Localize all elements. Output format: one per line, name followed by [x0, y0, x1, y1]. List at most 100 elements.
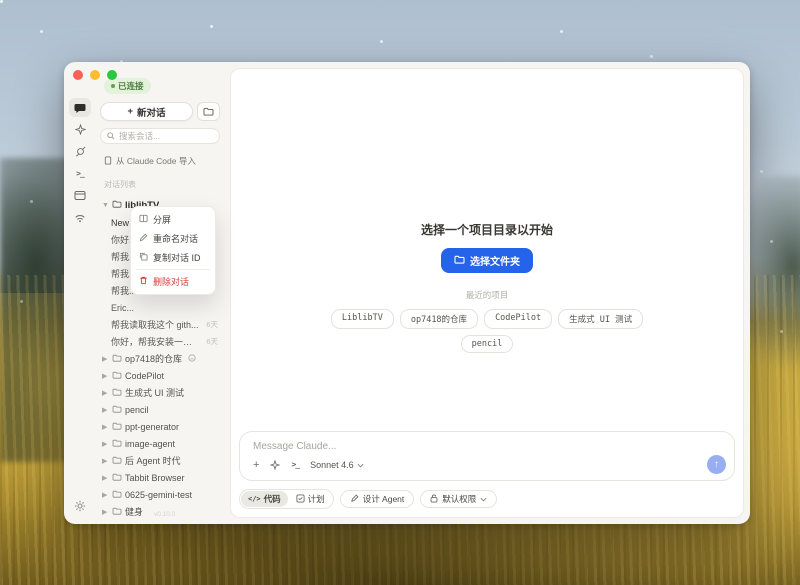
menu-item-delete-chat[interactable]: 删除对话: [134, 272, 212, 291]
chat-bubble-icon: [74, 102, 86, 114]
tree-folder[interactable]: ▶ 生成式 UI 测试: [98, 384, 222, 401]
menu-item-label: 复制对话 ID: [153, 251, 201, 264]
composer-toolbar: + >_ Sonnet 4.6 ↑: [253, 455, 726, 474]
folder-icon: [112, 422, 122, 432]
code-icon: </>: [248, 495, 261, 503]
settings-button[interactable]: [69, 496, 91, 515]
mcp-nav-button[interactable]: [69, 142, 91, 161]
tree-folder[interactable]: ▶ CodePilot: [98, 367, 222, 384]
tree-folder[interactable]: ▶ 0625-gemini-test: [98, 486, 222, 503]
connection-nav-button[interactable]: [69, 208, 91, 227]
folder-name: ppt-generator: [125, 422, 179, 432]
app-window: >_ 已连接: [64, 62, 750, 524]
mode-toolbar: </> 代码 计划 设计 Agent 默认权限: [239, 489, 735, 509]
chat-item[interactable]: 你好，帮我安装一下... 6天: [98, 333, 222, 350]
attach-button[interactable]: +: [253, 459, 259, 471]
plus-icon: +: [127, 106, 133, 117]
chevron-down-icon: [480, 494, 487, 504]
app-version: v0.10.0: [154, 511, 175, 518]
search-box[interactable]: [100, 128, 220, 144]
plug-icon: [75, 146, 86, 157]
message-composer[interactable]: + >_ Sonnet 4.6 ↑: [239, 431, 735, 481]
recent-project-chip[interactable]: CodePilot: [484, 309, 552, 329]
close-button[interactable]: [73, 70, 83, 80]
search-icon: [107, 127, 115, 145]
chats-nav-button[interactable]: [69, 98, 91, 117]
send-button[interactable]: ↑: [707, 455, 726, 474]
pencil-icon: [139, 233, 148, 244]
mode-segmented-control: </> 代码 计划: [239, 489, 334, 509]
model-label: Sonnet 4.6: [310, 460, 354, 470]
tree-folder[interactable]: ▶ image-agent: [98, 435, 222, 452]
menu-item-rename-chat[interactable]: 重命名对话: [134, 229, 212, 248]
menu-item-copy-chat-id[interactable]: 复制对话 ID: [134, 248, 212, 267]
recent-projects-label: 最近的项目: [231, 289, 743, 301]
menu-item-split-view[interactable]: 分屏: [134, 210, 212, 229]
chevron-down-icon: ▼: [102, 202, 109, 209]
folder-icon: [112, 507, 122, 517]
desktop-wallpaper: >_ 已连接: [0, 0, 800, 585]
folder-icon: [112, 473, 122, 483]
icon-rail: >_: [64, 62, 96, 524]
folder-name: 0625-gemini-test: [125, 490, 192, 500]
folder-name: 健身: [125, 505, 143, 518]
import-doc-icon: [104, 156, 112, 167]
terminal-icon: >_: [76, 169, 84, 178]
zoom-button[interactable]: [107, 70, 117, 80]
terminal-mode-button[interactable]: >_: [291, 460, 299, 469]
github-icon: [188, 354, 196, 364]
mode-code-label: 代码: [264, 493, 281, 505]
skills-nav-button[interactable]: [69, 120, 91, 139]
chat-item[interactable]: 帮我读取我这个 gith... 6天: [98, 316, 222, 333]
chat-age-badge: 6天: [206, 336, 218, 347]
design-agent-button[interactable]: 设计 Agent: [340, 490, 415, 508]
terminal-nav-button[interactable]: >_: [69, 164, 91, 183]
model-selector[interactable]: Sonnet 4.6: [310, 460, 364, 470]
tree-folder[interactable]: ▶ op7418的仓库: [98, 350, 222, 367]
permission-selector[interactable]: 默认权限: [420, 490, 497, 508]
tree-folder[interactable]: ▶ pencil: [98, 401, 222, 418]
design-agent-label: 设计 Agent: [363, 493, 405, 505]
arrow-up-icon: ↑: [714, 459, 719, 470]
tree-folder[interactable]: ▶ 后 Agent 时代: [98, 452, 222, 469]
open-folder-button[interactable]: [197, 102, 220, 121]
recent-project-chip[interactable]: pencil: [461, 335, 514, 353]
recent-project-chip[interactable]: LiblibTV: [331, 309, 394, 329]
chat-context-menu: 分屏 重命名对话 复制对话 ID 删除对话: [130, 206, 216, 295]
folder-icon: [112, 200, 122, 211]
recent-project-chip[interactable]: op7418的仓库: [400, 309, 478, 329]
message-input[interactable]: [253, 441, 694, 452]
gear-icon: [74, 500, 86, 512]
mode-plan[interactable]: 计划: [289, 491, 332, 507]
folder-icon: [112, 371, 122, 381]
wallpaper-snow: [0, 0, 3, 3]
preview-nav-button[interactable]: [69, 186, 91, 205]
new-chat-button[interactable]: + 新对话: [100, 102, 193, 121]
spark-icon: [75, 124, 86, 135]
folder-icon: [454, 255, 465, 267]
chat-item[interactable]: Eric...: [98, 299, 222, 316]
chevron-right-icon: ▶: [102, 440, 109, 448]
menu-item-label: 删除对话: [153, 275, 189, 288]
chevron-right-icon: ▶: [102, 508, 109, 516]
status-dot-icon: [111, 84, 115, 88]
tree-folder[interactable]: ▶ Tabbit Browser: [98, 469, 222, 486]
new-chat-label: 新对话: [137, 105, 166, 119]
choose-folder-button[interactable]: 选择文件夹: [441, 248, 533, 273]
tree-folder[interactable]: ▶ ppt-generator: [98, 418, 222, 435]
recent-project-chip[interactable]: 生成式 UI 测试: [558, 309, 643, 329]
chevron-right-icon: ▶: [102, 389, 109, 397]
minimize-button[interactable]: [90, 70, 100, 80]
permission-label: 默认权限: [442, 493, 476, 505]
chevron-right-icon: ▶: [102, 474, 109, 482]
claude-code-import[interactable]: 从 Claude Code 导入: [104, 155, 220, 167]
split-view-icon: [139, 214, 148, 225]
folder-name: op7418的仓库: [125, 352, 182, 365]
menu-divider: [136, 269, 210, 270]
mode-code[interactable]: </> 代码: [241, 491, 288, 507]
folder-icon: [203, 104, 214, 119]
spark-button[interactable]: [270, 460, 280, 470]
conversation-list-section-label: 对话列表: [104, 179, 222, 190]
search-input[interactable]: [119, 131, 213, 141]
chevron-right-icon: ▶: [102, 423, 109, 431]
